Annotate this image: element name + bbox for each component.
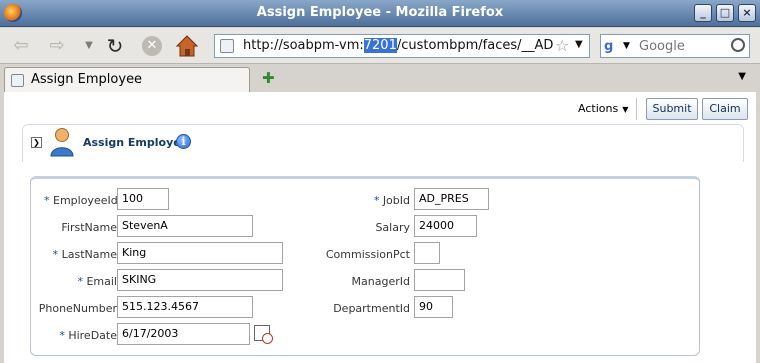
- salary-field[interactable]: 24000: [414, 215, 477, 237]
- actions-menu[interactable]: Actions ▼: [578, 102, 628, 115]
- user-icon: [50, 128, 74, 157]
- panel-title: Assign Employee: [83, 136, 189, 149]
- firstname-label: FirstName: [61, 221, 117, 234]
- url-prefix: http://soabpm-vm:: [243, 38, 364, 53]
- back-arrow-icon[interactable]: ⇦: [10, 36, 32, 56]
- lastname-field[interactable]: King: [117, 242, 283, 264]
- hiredate-label: * HireDate: [44, 329, 117, 342]
- url-selected-text: 7201: [363, 38, 397, 53]
- close-button[interactable]: ×: [738, 4, 756, 22]
- history-dropdown-icon[interactable]: ▼: [78, 36, 100, 56]
- tab-label: Assign Employee: [31, 72, 143, 87]
- chevron-down-icon: ▼: [622, 105, 629, 114]
- departmentid-field[interactable]: 90: [414, 296, 453, 318]
- bookmark-star-icon[interactable]: ☆: [555, 36, 569, 55]
- search-engine-dropdown-icon[interactable]: ▼: [623, 41, 630, 51]
- commissionpct-field[interactable]: [414, 242, 440, 264]
- departmentid-label: DepartmentId: [333, 302, 410, 315]
- email-label: * Email: [44, 275, 117, 288]
- email-field[interactable]: SKING: [117, 269, 283, 291]
- page-icon: [11, 74, 24, 87]
- jobid-label: * JobId: [314, 194, 410, 207]
- jobid-label-text: JobId: [382, 194, 410, 207]
- page-icon: [220, 39, 234, 53]
- employeeid-label: * EmployeeId: [44, 194, 118, 207]
- lastname-label: * LastName: [44, 248, 117, 261]
- google-icon[interactable]: g: [604, 39, 620, 55]
- minimize-button[interactable]: _: [694, 4, 712, 22]
- required-marker: *: [373, 194, 380, 207]
- jobid-field[interactable]: AD_PRES: [414, 188, 489, 210]
- actions-label: Actions: [578, 102, 619, 115]
- firstname-field[interactable]: StevenA: [117, 215, 253, 237]
- calendar-icon[interactable]: [254, 325, 273, 344]
- navigation-toolbar: ⇦ ⇨ ▼ ↻ ✕ http://soabpm-vm:7201/custombp…: [0, 28, 760, 64]
- hiredate-label-text: HireDate: [68, 329, 117, 342]
- employeeid-field[interactable]: 100: [117, 188, 169, 210]
- window-title: Assign Employee - Mozilla Firefox: [256, 5, 504, 20]
- task-action-bar: Actions ▼ Submit Claim: [4, 92, 756, 124]
- tab-bar: Assign Employee ✚ ▼: [0, 65, 760, 92]
- toolbar-divider: [636, 98, 637, 120]
- forward-arrow-icon[interactable]: ⇨: [46, 36, 68, 56]
- phonenumber-label: PhoneNumber: [38, 302, 117, 315]
- stop-icon[interactable]: ✕: [142, 36, 162, 56]
- commissionpct-label: CommissionPct: [325, 248, 410, 261]
- url-dropdown-icon[interactable]: ▼: [575, 39, 583, 50]
- lastname-label-text: LastName: [61, 248, 117, 261]
- tab-assign-employee[interactable]: Assign Employee: [4, 67, 250, 92]
- managerid-label: ManagerId: [351, 275, 410, 288]
- required-marker: *: [44, 194, 50, 207]
- hiredate-field[interactable]: 6/17/2003: [117, 323, 250, 345]
- managerid-field[interactable]: [414, 269, 465, 291]
- claim-button[interactable]: Claim: [702, 98, 748, 120]
- employeeid-label-text: EmployeeId: [53, 194, 118, 207]
- salary-label: Salary: [375, 221, 410, 234]
- phonenumber-field[interactable]: 515.123.4567: [117, 296, 253, 318]
- new-tab-icon[interactable]: ✚: [262, 69, 275, 87]
- page-content: Actions ▼ Submit Claim ❯ Assign Employee …: [4, 92, 756, 363]
- required-marker: *: [52, 248, 59, 261]
- tab-list-icon[interactable]: ▼: [738, 71, 746, 82]
- search-input[interactable]: [639, 37, 727, 55]
- maximize-button[interactable]: □: [716, 4, 734, 22]
- submit-button[interactable]: Submit: [646, 98, 698, 120]
- home-icon[interactable]: [176, 34, 198, 58]
- required-marker: *: [59, 329, 65, 342]
- reload-icon[interactable]: ↻: [104, 36, 126, 56]
- window-titlebar: Assign Employee - Mozilla Firefox _ □ ×: [0, 0, 760, 27]
- url-suffix: /custombpm/faces/__AD: [396, 38, 553, 53]
- info-icon[interactable]: i: [176, 134, 191, 149]
- required-marker: *: [77, 275, 83, 288]
- email-label-text: Email: [86, 275, 117, 288]
- url-text[interactable]: http://soabpm-vm:7201/custombpm/faces/__…: [243, 38, 553, 53]
- expand-toggle-icon[interactable]: ❯: [31, 137, 42, 148]
- search-bar[interactable]: g ▼: [600, 34, 750, 58]
- search-icon[interactable]: [731, 38, 745, 52]
- url-bar[interactable]: http://soabpm-vm:7201/custombpm/faces/__…: [214, 34, 590, 58]
- task-header-panel: ❯ Assign Employee i: [22, 124, 744, 162]
